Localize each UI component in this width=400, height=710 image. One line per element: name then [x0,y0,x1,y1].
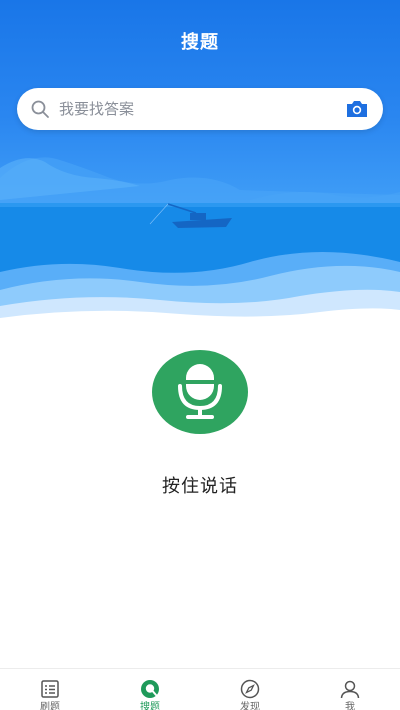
microphone-icon [178,364,222,419]
tab-search-label: 搜题 [140,702,160,710]
tab-me[interactable]: 我 [300,669,400,710]
tab-search[interactable]: 搜题 [100,669,200,710]
search-bar[interactable] [17,88,383,130]
page-title: 搜题 [181,32,219,53]
search-icon [31,100,49,118]
user-icon [340,680,360,699]
tab-discover[interactable]: 发现 [200,669,300,710]
tab-me-label: 我 [345,702,355,710]
tab-practice-label: 刷题 [40,702,60,710]
camera-icon[interactable] [345,98,369,120]
search-input[interactable] [59,88,339,130]
tab-discover-label: 发现 [240,702,260,710]
hold-to-speak-label: 按住说话 [162,476,238,497]
voice-record-button[interactable] [152,350,248,434]
compass-icon [240,679,260,699]
tab-practice[interactable]: 刷题 [0,669,100,710]
search-tab-icon [141,680,159,698]
list-icon [41,680,59,698]
bottom-tab-bar: 刷题 搜题 发现 我 [0,668,400,710]
